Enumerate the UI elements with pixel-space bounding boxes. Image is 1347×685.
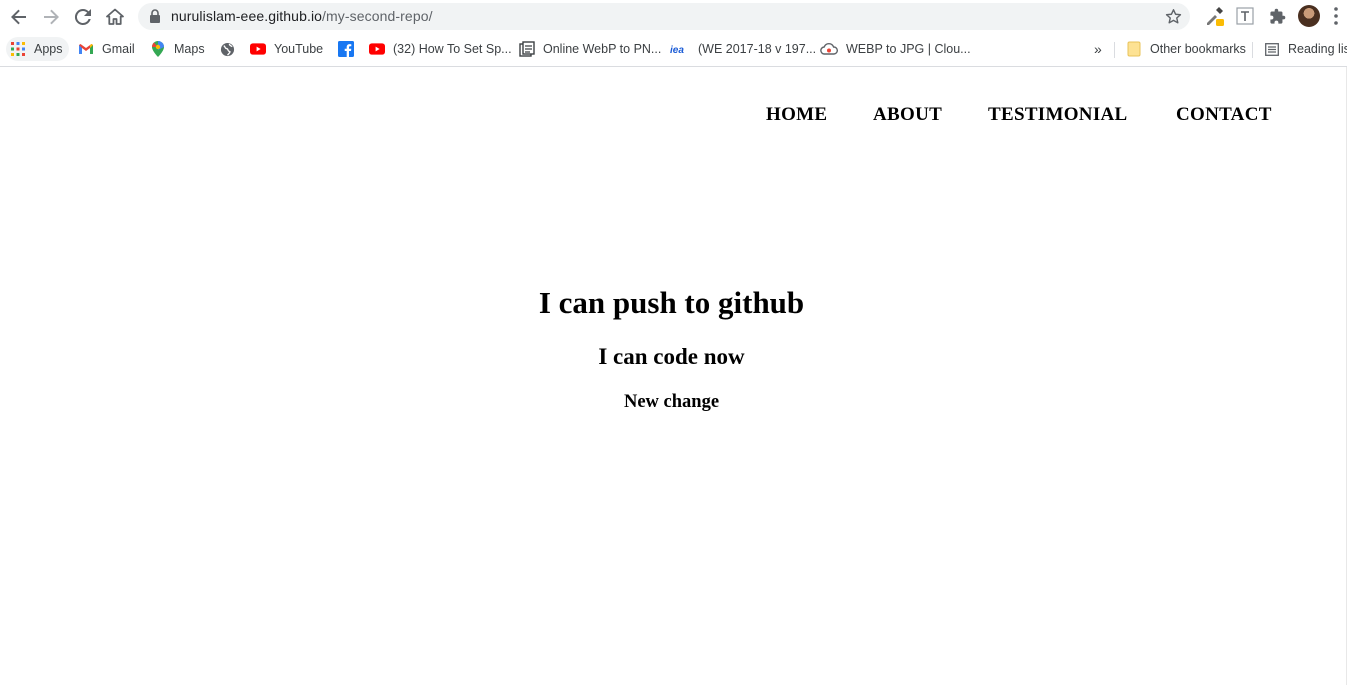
bookmark-label: YouTube — [274, 42, 324, 56]
web-page: HOME ABOUT TESTIMONIAL CONTACT I can pus… — [0, 67, 1347, 685]
bookmark-globe[interactable] — [219, 37, 235, 61]
url-text[interactable]: nurulislam-eee.github.io/my-second-repo/ — [171, 8, 433, 24]
bookmark-apps[interactable]: Apps — [6, 37, 69, 61]
youtube-icon — [250, 41, 266, 57]
extensions-button[interactable] — [1265, 5, 1289, 27]
extension-eyedropper-button[interactable] — [1202, 5, 1226, 27]
bookmark-youtube-video[interactable]: (32) How To Set Sp... — [369, 37, 512, 61]
forward-arrow-icon — [44, 9, 59, 25]
home-button[interactable] — [102, 4, 128, 30]
lock-icon[interactable] — [149, 9, 161, 23]
profile-avatar[interactable] — [1298, 5, 1320, 27]
bookmark-label: Maps — [174, 42, 205, 56]
divider — [1114, 42, 1115, 58]
bookmark-gmail[interactable]: Gmail — [78, 37, 135, 61]
reading-list-icon — [1264, 41, 1280, 57]
bookmark-label: WEBP to JPG | Clou... — [846, 42, 971, 56]
bookmark-label: (32) How To Set Sp... — [393, 42, 512, 56]
bookmarks-overflow-button[interactable]: » — [1094, 37, 1102, 61]
home-icon — [106, 8, 124, 25]
iea-icon: iea — [670, 41, 690, 57]
browser-toolbar: nurulislam-eee.github.io/my-second-repo/ — [0, 0, 1347, 33]
reading-list-label: Reading list — [1288, 42, 1347, 56]
reading-list[interactable]: Reading list — [1264, 37, 1347, 61]
extension-text-button[interactable] — [1233, 5, 1257, 27]
puzzle-icon — [1269, 8, 1285, 24]
url-domain: nurulislam-eee.github.io — [171, 8, 323, 24]
converter-icon — [519, 41, 535, 57]
cloud-icon — [820, 41, 838, 57]
nav-testimonial-link[interactable]: TESTIMONIAL — [988, 104, 1128, 126]
other-bookmarks-label: Other bookmarks — [1150, 42, 1246, 56]
maps-pin-icon — [150, 41, 166, 57]
apps-grid-icon — [10, 41, 26, 57]
folder-icon — [1126, 41, 1142, 57]
globe-icon — [219, 41, 235, 57]
bookmarks-bar: Apps Gmail Maps YouTube (32) How To Set … — [0, 33, 1347, 67]
gmail-icon — [78, 41, 94, 57]
back-arrow-icon — [11, 9, 26, 25]
browser-menu-icon[interactable] — [1334, 7, 1338, 25]
bookmark-label: Gmail — [102, 42, 135, 56]
reload-icon — [74, 8, 91, 25]
nav-home-link[interactable]: HOME — [766, 104, 827, 126]
bookmark-star-icon[interactable] — [1165, 8, 1182, 25]
bookmark-facebook[interactable] — [338, 37, 354, 61]
nav-contact-link[interactable]: CONTACT — [1176, 104, 1272, 126]
bookmark-webp-to-jpg[interactable]: WEBP to JPG | Clou... — [820, 37, 971, 61]
bookmark-iea[interactable]: iea (WE 2017-18 v 197... — [670, 37, 816, 61]
svg-text:iea: iea — [670, 45, 684, 54]
address-bar[interactable]: nurulislam-eee.github.io/my-second-repo/ — [138, 3, 1190, 30]
other-bookmarks[interactable]: Other bookmarks — [1126, 37, 1246, 61]
bookmark-label: Apps — [34, 42, 63, 56]
nav-about-link[interactable]: ABOUT — [873, 104, 942, 126]
sub-heading: I can code now — [598, 344, 745, 369]
change-heading: New change — [623, 392, 720, 412]
bookmark-maps[interactable]: Maps — [150, 37, 205, 61]
reload-button[interactable] — [70, 4, 96, 30]
bookmark-label: (WE 2017-18 v 197... — [698, 42, 817, 56]
url-path: /my-second-repo/ — [322, 8, 433, 24]
bookmark-webp-to-png[interactable]: Online WebP to PN... — [519, 37, 661, 61]
facebook-icon — [338, 41, 354, 57]
bookmark-youtube[interactable]: YouTube — [250, 37, 323, 61]
divider — [1252, 42, 1253, 58]
back-button[interactable] — [6, 4, 32, 30]
main-heading: I can push to github — [538, 285, 805, 320]
bookmark-label: Online WebP to PN... — [543, 42, 662, 56]
site-navigation: HOME ABOUT TESTIMONIAL CONTACT — [0, 104, 1347, 130]
chevron-double-right-icon: » — [1094, 41, 1102, 57]
eyedropper-icon — [1207, 7, 1224, 26]
text-t-icon — [1236, 7, 1254, 25]
forward-button[interactable] — [38, 4, 64, 30]
youtube-icon — [369, 41, 385, 57]
